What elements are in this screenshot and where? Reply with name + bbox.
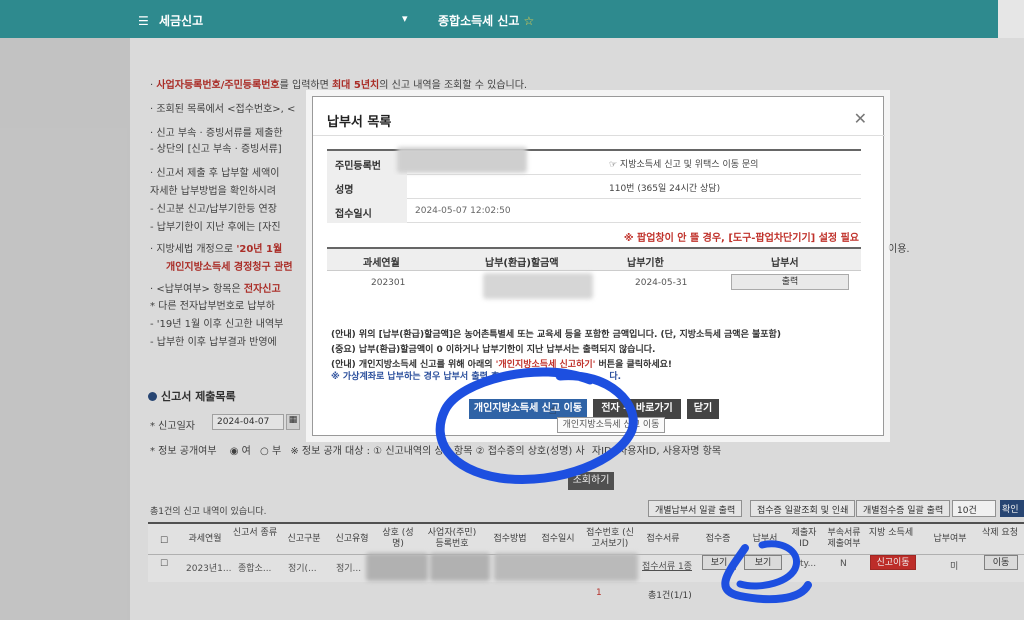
payment-table-header: 과세연월 납부(환급)할금액 납부기한 납부서 xyxy=(327,249,861,271)
tooltip: 개인지방소득세 신고 이동 xyxy=(557,417,665,433)
redacted-amount xyxy=(483,273,593,299)
top-navigation-bar: ☰ 세금신고 ▾ 종합소득세 신고 ☆ xyxy=(0,0,1024,38)
payment-period: 202301 xyxy=(371,278,406,288)
info-row: 접수일시 2024-05-07 12:02:50 xyxy=(327,199,861,223)
e-payment-shortcut-button[interactable]: 전자 부 바로가기 xyxy=(593,399,681,419)
notice-2: (중요) 납부(환급)할금액이 0 이하거나 납부기한이 지난 납부서는 출력되… xyxy=(331,345,656,355)
info-row: 주민등록번 ☞ 지방소득세 신고 및 위택스 이동 문의 xyxy=(327,147,861,175)
hamburger-icon: ☰ xyxy=(138,14,149,28)
current-menu[interactable]: 종합소득세 신고 ☆ xyxy=(438,12,534,29)
menu-label: 세금신고 xyxy=(158,14,204,28)
star-icon[interactable]: ☆ xyxy=(523,14,534,28)
info-row: 성명 110번 (365일 24시간 상담) xyxy=(327,175,861,199)
top-right-area xyxy=(998,0,1024,38)
print-button[interactable]: 출력 xyxy=(731,274,849,290)
payment-due: 2024-05-31 xyxy=(635,278,688,288)
popup-warning: ※ 팝업창이 안 뜰 경우, [도구-팝업차단기기] 설정 필요 xyxy=(623,233,859,244)
receipt-datetime: 2024-05-07 12:02:50 xyxy=(415,206,511,216)
info-right-1: ☞ 지방소득세 신고 및 위택스 이동 문의 xyxy=(609,160,759,170)
info-right-2: 110번 (365일 24시간 상담) xyxy=(609,184,721,194)
redacted-info xyxy=(397,147,527,173)
local-tax-filing-button[interactable]: 개인지방소득세 신고 이동 xyxy=(469,399,587,419)
taxpayer-info: 주민등록번 ☞ 지방소득세 신고 및 위택스 이동 문의 성명 110번 (36… xyxy=(327,147,861,223)
menu-button[interactable]: ☰ 세금신고 xyxy=(138,12,203,29)
notice-4: ※ 가상계좌로 납부하는 경우 납부서 출력 후 다. xyxy=(331,372,622,382)
payment-table: 과세연월 납부(환급)할금액 납부기한 납부서 202301 2024-05-3… xyxy=(327,247,861,303)
modal-title: 납부서 목록 xyxy=(327,115,392,130)
payment-list-modal: 납부서 목록 ✕ 주민등록번 ☞ 지방소득세 신고 및 위택스 이동 문의 성명… xyxy=(312,96,885,436)
hand-cursor-icon: ☝ xyxy=(549,403,557,417)
modal-close-button[interactable]: 닫기 xyxy=(687,399,719,419)
notice-1: (안내) 위의 [납부(환급)할금액]은 농어촌특별세 또는 교육세 등을 포함… xyxy=(331,330,781,340)
chevron-down-icon[interactable]: ▾ xyxy=(402,12,408,25)
close-icon[interactable]: ✕ xyxy=(854,109,867,128)
